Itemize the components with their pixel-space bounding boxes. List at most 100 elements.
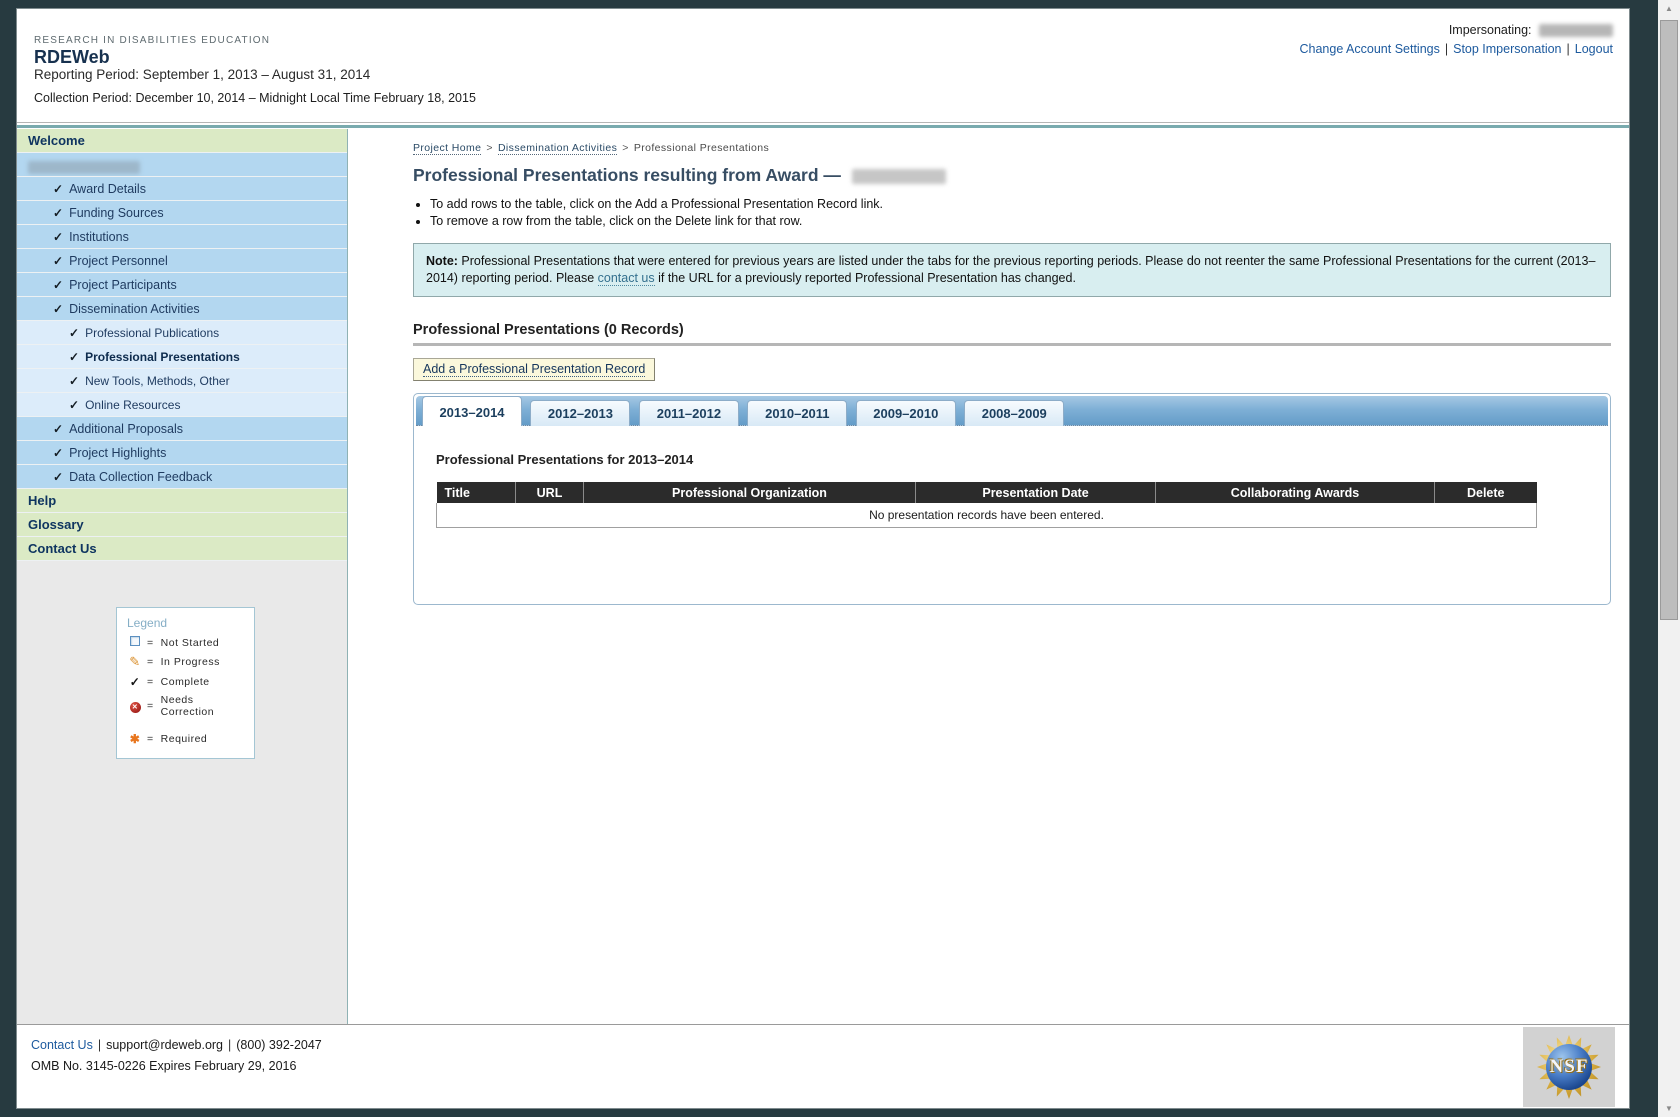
tab-2011-2012[interactable]: 2011–2012 xyxy=(638,400,739,426)
sidebar-item-dissemination-activities[interactable]: ✓ Dissemination Activities xyxy=(17,297,347,321)
check-icon: ✓ xyxy=(69,374,80,388)
sidebar-item-award-number[interactable] xyxy=(17,153,347,177)
sidebar-item-data-collection-feedback[interactable]: ✓ Data Collection Feedback xyxy=(17,465,347,489)
column-header-delete: Delete xyxy=(1434,482,1537,503)
sidebar-item-contact-us[interactable]: Contact Us xyxy=(17,537,347,561)
breadcrumb-project-home-link[interactable]: Project Home xyxy=(413,142,482,155)
sidebar-item-additional-proposals[interactable]: ✓ Additional Proposals xyxy=(17,417,347,441)
sidebar-item-glossary[interactable]: Glossary xyxy=(17,513,347,537)
sidebar-item-professional-presentations[interactable]: ✓ Professional Presentations xyxy=(17,345,347,369)
breadcrumb: Project Home > Dissemination Activities > Pr… xyxy=(413,142,1611,155)
equals-sign: = xyxy=(147,656,154,668)
contact-us-link[interactable]: contact us xyxy=(597,271,655,286)
sidebar-item-label: Data Collection Feedback xyxy=(69,470,213,484)
page: RESEARCH IN DISABILITIES EDUCATION RDEWe… xyxy=(16,8,1630,1109)
check-icon: ✓ xyxy=(53,422,64,436)
column-header-title: Title xyxy=(436,482,516,503)
sidebar-item-funding-sources[interactable]: ✓ Funding Sources xyxy=(17,201,347,225)
section-divider xyxy=(413,343,1611,346)
legend-row-needs-correction: ✕ = Needs Correction xyxy=(127,694,246,718)
sidebar-item-label: Project Highlights xyxy=(69,446,167,460)
sidebar-item-award-details[interactable]: ✓ Award Details xyxy=(17,177,347,201)
legend-label: Required xyxy=(160,733,208,745)
scroll-up-button[interactable]: ▲ xyxy=(1658,0,1680,17)
impersonated-user-redacted xyxy=(1539,24,1613,38)
column-header-url: URL xyxy=(515,482,584,503)
in-progress-pencil-icon: ✎ xyxy=(129,654,141,669)
tab-2013-2014[interactable]: 2013–2014 xyxy=(422,396,522,426)
column-header-collaborating-awards: Collaborating Awards xyxy=(1155,482,1435,503)
tab-2008-2009[interactable]: 2008–2009 xyxy=(964,400,1065,426)
sidebar-item-welcome[interactable]: Welcome xyxy=(17,129,347,153)
sidebar-item-project-personnel[interactable]: ✓ Project Personnel xyxy=(17,249,347,273)
collection-period: Collection Period: December 10, 2014 – M… xyxy=(34,91,476,105)
browser-viewport: RESEARCH IN DISABILITIES EDUCATION RDEWe… xyxy=(0,0,1680,1117)
required-asterisk-icon: ✱ xyxy=(129,732,141,746)
legend-icon-cell xyxy=(127,636,143,649)
sidebar-item-label: Contact Us xyxy=(28,541,97,556)
sidebar-item-label: Professional Presentations xyxy=(85,350,240,364)
footer-contact-us-link[interactable]: Contact Us xyxy=(31,1038,93,1052)
equals-sign: = xyxy=(147,700,154,712)
sidebar-item-online-resources[interactable]: ✓ Online Resources xyxy=(17,393,347,417)
account-area: Impersonating: Change Account Settings | S… xyxy=(1299,23,1613,56)
footer-contact-row: Contact Us | support@rdeweb.org | (800) 392-… xyxy=(31,1038,1629,1052)
sidebar-item-label: New Tools, Methods, Other xyxy=(85,374,230,388)
note-text: if the URL for a previously reported Pro… xyxy=(654,271,1076,285)
status-legend: Legend = Not Started ✎ = In Progress ✓ = xyxy=(116,607,255,759)
award-number-redacted xyxy=(28,160,140,174)
add-presentation-record-button[interactable]: Add a Professional Presentation Record xyxy=(413,358,656,381)
presentations-table: Title URL Professional Organization Pres… xyxy=(436,482,1537,528)
note-box: Note: Professional Presentations that we… xyxy=(413,243,1611,297)
impersonating-row: Impersonating: xyxy=(1299,23,1613,38)
site-eyebrow: RESEARCH IN DISABILITIES EDUCATION xyxy=(34,35,271,46)
legend-icon-cell: ✱ xyxy=(127,732,143,746)
legend-icon-cell: ✓ xyxy=(127,675,143,689)
sidebar-item-label: Funding Sources xyxy=(69,206,164,220)
sidebar-item-help[interactable]: Help xyxy=(17,489,347,513)
nsf-logo-area: NSF xyxy=(1523,1027,1615,1107)
check-icon: ✓ xyxy=(53,254,64,268)
not-started-checkbox-icon xyxy=(130,636,140,646)
sidebar-item-label: Glossary xyxy=(28,517,84,532)
logout-link[interactable]: Logout xyxy=(1575,42,1613,56)
nsf-globe-icon: NSF xyxy=(1546,1044,1592,1090)
equals-sign: = xyxy=(147,636,154,649)
legend-row-required: ✱ = Required xyxy=(127,732,246,746)
vertical-scrollbar[interactable]: ▲ ▼ xyxy=(1658,0,1680,1117)
breadcrumb-dissemination-activities-link[interactable]: Dissemination Activities xyxy=(497,142,618,155)
support-phone: (800) 392-2047 xyxy=(236,1038,322,1052)
sidebar-item-label: Additional Proposals xyxy=(69,422,184,436)
complete-check-icon: ✓ xyxy=(129,675,141,689)
year-tabstrip: 2013–2014 2012–2013 2011–2012 2010–2011 … xyxy=(416,396,1608,426)
instructions-list: To add rows to the table, click on the A… xyxy=(430,196,1611,230)
nsf-logo: NSF xyxy=(1537,1035,1601,1099)
page-title: Professional Presentations resulting fro… xyxy=(413,165,1611,186)
check-icon: ✓ xyxy=(53,182,64,196)
check-icon: ✓ xyxy=(53,278,64,292)
sidebar-item-label: Institutions xyxy=(69,230,129,244)
scrollbar-thumb[interactable] xyxy=(1660,20,1678,620)
table-header-row: Title URL Professional Organization Pres… xyxy=(436,482,1537,503)
sidebar-item-project-participants[interactable]: ✓ Project Participants xyxy=(17,273,347,297)
reporting-period: Reporting Period: September 1, 2013 – Au… xyxy=(34,67,371,82)
separator: | xyxy=(97,1038,102,1052)
sidebar-item-label: Help xyxy=(28,493,57,508)
page-body: Welcome ✓ Award Details ✓ Funding Sources … xyxy=(17,129,1629,1024)
legend-label: In Progress xyxy=(160,656,220,668)
scroll-down-button[interactable]: ▼ xyxy=(1658,1100,1680,1117)
tab-2010-2011[interactable]: 2010–2011 xyxy=(747,400,848,426)
change-account-settings-link[interactable]: Change Account Settings xyxy=(1299,42,1439,56)
sidebar-item-label: Professional Publications xyxy=(85,326,220,340)
stop-impersonation-link[interactable]: Stop Impersonation xyxy=(1453,42,1561,56)
check-icon: ✓ xyxy=(53,206,64,220)
sidebar-item-label: Welcome xyxy=(28,133,85,148)
tab-2009-2010[interactable]: 2009–2010 xyxy=(855,400,956,426)
sidebar-item-project-highlights[interactable]: ✓ Project Highlights xyxy=(17,441,347,465)
sidebar-item-professional-publications[interactable]: ✓ Professional Publications xyxy=(17,321,347,345)
check-icon: ✓ xyxy=(53,446,64,460)
panel-title: Professional Presentations for 2013–2014 xyxy=(436,452,694,467)
sidebar-item-institutions[interactable]: ✓ Institutions xyxy=(17,225,347,249)
sidebar-item-new-tools-methods-other[interactable]: ✓ New Tools, Methods, Other xyxy=(17,369,347,393)
tab-2012-2013[interactable]: 2012–2013 xyxy=(530,400,631,426)
